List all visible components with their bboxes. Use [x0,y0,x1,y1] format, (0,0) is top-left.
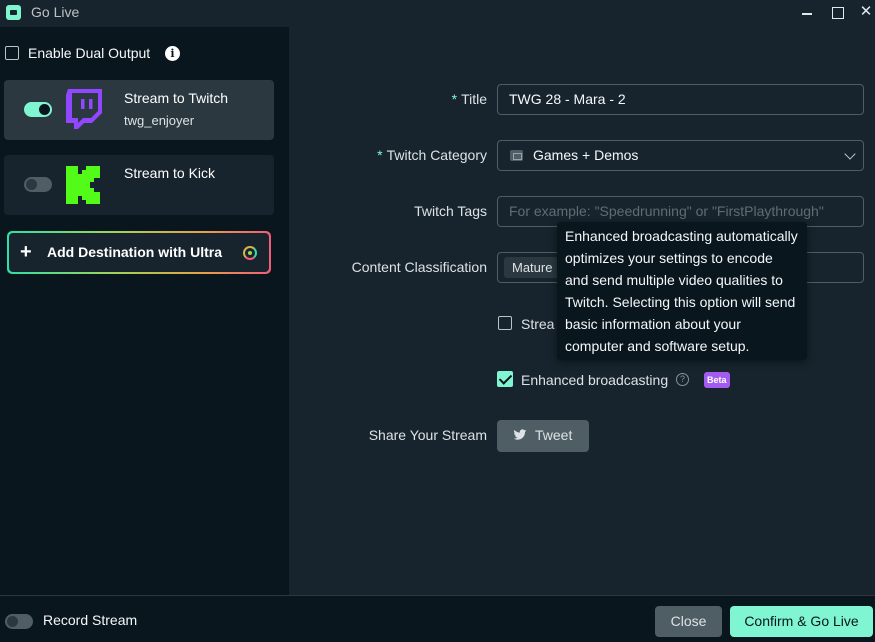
category-icon [510,150,523,161]
toggle-knob [39,104,50,115]
stream-option-checkbox[interactable] [498,316,512,330]
toggle-knob [26,179,37,190]
classification-chip[interactable]: Mature [504,257,561,278]
kick-logo-icon [66,166,100,204]
enhanced-broadcasting-tooltip: Enhanced broadcasting automatically opti… [557,222,807,360]
tweet-label: Tweet [535,427,573,443]
required-mark: * [451,91,458,107]
twitter-bird-icon [513,429,527,440]
app-icon [6,5,21,20]
plus-icon: + [20,241,32,263]
title-label: * Title [452,91,487,107]
close-button[interactable]: Close [655,606,722,637]
add-destination-ultra-button[interactable]: + Add Destination with Ultra [7,231,271,274]
record-stream-label[interactable]: Record Stream [43,612,137,628]
share-label: Share Your Stream [368,427,487,443]
maximize-icon[interactable] [826,2,848,24]
category-value: Games + Demos [533,147,639,163]
enhanced-broadcasting-label[interactable]: Enhanced broadcasting [521,372,668,388]
title-label-text: Title [461,91,487,107]
destination-username: twg_enjoyer [124,113,195,128]
category-label-text: Twitch Category [386,147,487,163]
minimize-icon[interactable] [796,2,818,24]
category-select[interactable]: Games + Demos [497,140,864,171]
footer-bar: Record Stream Close Confirm & Go Live [0,595,875,642]
classification-label: Content Classification [351,259,487,275]
help-icon[interactable]: ? [676,373,689,386]
destination-name: Stream to Twitch [124,90,229,106]
tags-placeholder: For example: "Speedrunning" or "FirstPla… [509,203,824,219]
title-input[interactable]: TWG 28 - Mara - 2 [497,84,864,115]
dual-output-label[interactable]: Enable Dual Output [28,45,150,61]
destination-twitch[interactable]: Stream to Twitch twg_enjoyer [4,80,274,140]
add-destination-label: Add Destination with Ultra [47,244,222,260]
window-title: Go Live [31,4,80,20]
enhanced-broadcasting-checkbox[interactable] [497,371,513,387]
beta-badge: Beta [704,372,730,388]
add-destination-inner[interactable]: + Add Destination with Ultra [9,233,269,272]
confirm-go-live-button[interactable]: Confirm & Go Live [730,606,873,637]
dual-output-checkbox[interactable] [5,46,19,60]
stream-option-label[interactable]: Strea [521,316,554,332]
twitch-toggle[interactable] [24,102,52,117]
destination-kick[interactable]: Stream to Kick [4,155,274,215]
tweet-button[interactable]: Tweet [497,420,589,452]
close-window-icon[interactable]: ✕ [855,2,875,24]
chevron-down-icon[interactable] [844,148,856,160]
required-mark: * [377,147,383,163]
tags-label: Twitch Tags [414,203,487,219]
record-stream-toggle[interactable] [5,614,33,629]
info-icon[interactable]: i [165,46,180,61]
title-bar: Go Live ✕ [0,0,875,27]
toggle-knob [7,616,18,627]
kick-toggle[interactable] [24,177,52,192]
ultra-icon [243,246,257,260]
destination-name: Stream to Kick [124,165,216,181]
destinations-panel: Enable Dual Output i Stream to Twitch tw… [0,27,289,595]
twitch-logo-icon [66,89,102,129]
category-label: * Twitch Category [377,147,487,163]
